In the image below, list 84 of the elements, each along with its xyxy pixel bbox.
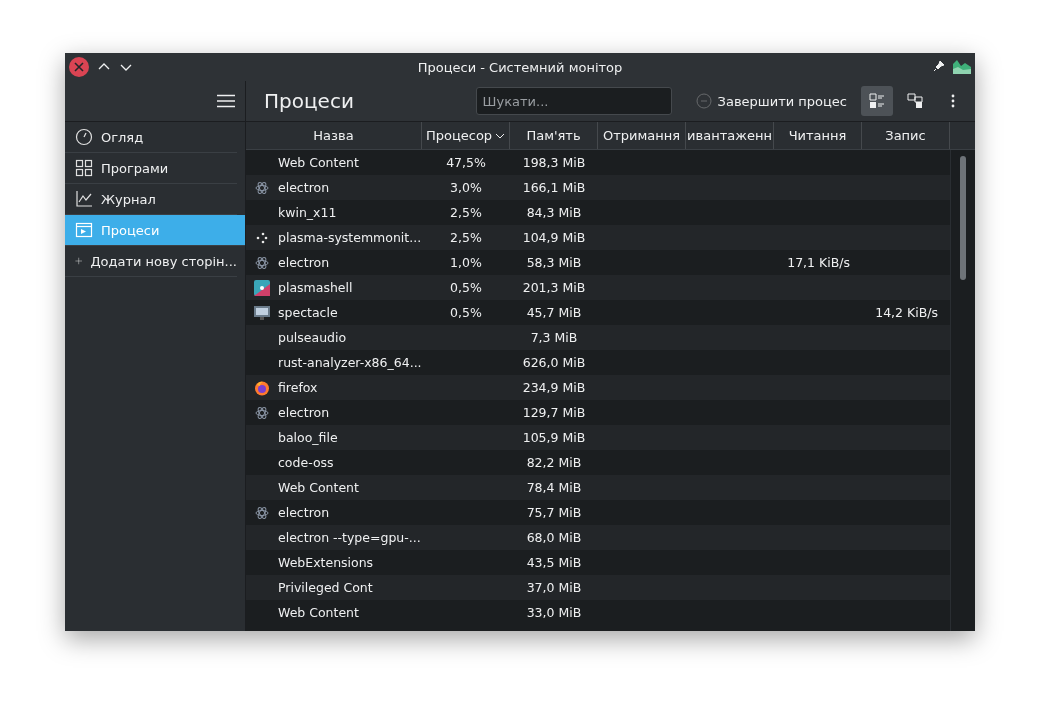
gauge-icon	[75, 128, 93, 146]
table-cell: 129,7 MiB	[522, 405, 586, 420]
process-name: pulseaudio	[278, 330, 347, 345]
sidebar-item[interactable]: Програми	[65, 153, 237, 184]
page-title: Процеси	[264, 89, 355, 113]
table-cell: 45,7 MiB	[526, 305, 582, 320]
list-view-button[interactable]	[861, 86, 893, 116]
table-cell: 82,2 MiB	[526, 455, 582, 470]
atom-icon	[255, 255, 269, 270]
plasma-icon	[254, 279, 270, 296]
sidebar-item[interactable]: Огляд	[65, 122, 237, 153]
process-name: WebExtensions	[278, 555, 374, 570]
process-name: firefox	[278, 380, 318, 395]
process-name: kwin_x11	[278, 205, 337, 220]
table-cell: 105,9 MiB	[522, 430, 586, 445]
process-name: spectacle	[278, 305, 338, 320]
app-icon	[953, 58, 971, 74]
table-cell: 14,2 KiB/s	[875, 305, 938, 320]
sort-chevron-icon	[495, 132, 506, 139]
scrollbar-thumb[interactable]	[960, 156, 966, 280]
process-name: plasma-systemmonit...	[278, 230, 422, 245]
table-cell: 104,9 MiB	[522, 230, 586, 245]
table-cell: 37,0 MiB	[526, 580, 582, 595]
window-title: Процеси - Системний монітор	[417, 59, 623, 75]
table-cell: 166,1 MiB	[522, 180, 586, 195]
table-cell: 234,9 MiB	[522, 380, 586, 395]
table-cell: 1,0%	[450, 255, 482, 270]
process-name: plasmashell	[278, 280, 353, 295]
process-name: Web Content	[278, 605, 359, 620]
process-name: code-oss	[278, 455, 334, 470]
process-name: electron --type=gpu-...	[278, 530, 421, 545]
table-cell: 7,3 MiB	[530, 330, 578, 345]
table-cell: 78,4 MiB	[526, 480, 582, 495]
table-cell: 0,5%	[450, 305, 482, 320]
window-icon	[75, 221, 93, 239]
table-cell: 17,1 KiB/s	[787, 255, 850, 270]
column-header[interactable]: Пам'ять	[510, 122, 598, 149]
monitor-icon	[254, 304, 270, 321]
column-header[interactable]: Запис	[862, 122, 950, 149]
sidebar-item[interactable]: Додати нову сторін...	[65, 246, 237, 277]
process-name: Web Content	[278, 155, 359, 170]
chart-icon	[75, 190, 93, 208]
atom-icon	[255, 505, 269, 520]
process-name: electron	[278, 505, 330, 520]
table-cell: 47,5%	[446, 155, 486, 170]
column-header[interactable]: ивантаженн	[686, 122, 774, 149]
column-header[interactable]: Читання	[774, 122, 862, 149]
table-cell: 201,3 MiB	[522, 280, 586, 295]
fox-icon	[254, 379, 270, 396]
process-name: electron	[278, 180, 330, 195]
table-cell: 75,7 MiB	[526, 505, 582, 520]
process-name: baloo_file	[278, 430, 338, 445]
table-cell: 43,5 MiB	[526, 555, 582, 570]
process-name: rust-analyzer-x86_64...	[278, 355, 422, 370]
process-name: electron	[278, 255, 330, 270]
dots-icon	[255, 230, 269, 245]
atom-icon	[255, 180, 269, 195]
tree-view-icon	[907, 93, 923, 109]
table-cell: 2,5%	[450, 230, 482, 245]
process-name: Web Content	[278, 480, 359, 495]
table-cell: 3,0%	[450, 180, 482, 195]
minus-circle-icon	[695, 93, 712, 109]
grid-icon	[75, 159, 93, 177]
search-field[interactable]: Шукати...	[475, 87, 672, 115]
table-cell: 68,0 MiB	[526, 530, 582, 545]
table-cell: 33,0 MiB	[526, 605, 582, 620]
pin-icon[interactable]	[933, 60, 945, 72]
atom-icon	[255, 405, 269, 420]
column-header[interactable]: Назва	[246, 122, 422, 149]
table-cell: 0,5%	[450, 280, 482, 295]
process-name: Privileged Cont	[278, 580, 373, 595]
table-cell: 626,0 MiB	[522, 355, 586, 370]
more-options-icon	[951, 94, 955, 108]
table-cell: 58,3 MiB	[526, 255, 582, 270]
table-cell: 84,3 MiB	[526, 205, 582, 220]
close-button[interactable]	[69, 57, 89, 77]
table-cell: 198,3 MiB	[522, 155, 586, 170]
column-header[interactable]: Отримання	[598, 122, 686, 149]
list-view-icon	[869, 93, 885, 109]
table-cell: 2,5%	[450, 205, 482, 220]
process-name: electron	[278, 405, 330, 420]
menu-icon[interactable]	[217, 94, 235, 108]
close-icon	[73, 61, 85, 73]
column-header[interactable]: Процесор	[422, 122, 510, 149]
